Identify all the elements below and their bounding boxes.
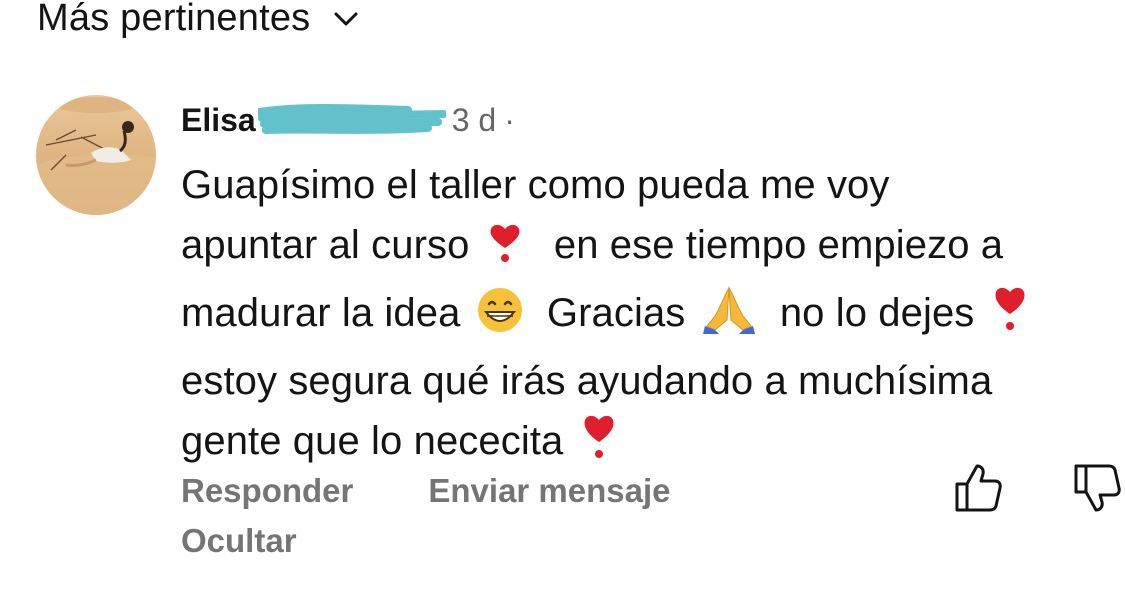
heart-exclamation-emoji bbox=[990, 284, 1030, 351]
sort-selector[interactable]: Más pertinentes bbox=[37, 0, 360, 44]
grinning-face-emoji bbox=[476, 286, 524, 351]
comment-line: apuntar al curso bbox=[181, 223, 470, 267]
comment-actions: Responder Enviar mensaje Ocultar bbox=[181, 468, 671, 564]
comment-line: estoy segura qué irás ayudando a muchísi… bbox=[181, 359, 993, 403]
timestamp: 3 d bbox=[451, 101, 497, 138]
heart-exclamation-emoji bbox=[485, 222, 525, 283]
thumbs-down-icon[interactable] bbox=[1072, 462, 1122, 514]
comment-line: Gracias bbox=[546, 291, 686, 335]
folded-hands-emoji bbox=[701, 284, 757, 351]
comment-text: Guapísimo el taller como pueda me voy ap… bbox=[181, 155, 1111, 479]
comment-meta: Elisa 3 d · bbox=[181, 95, 1111, 145]
author-name[interactable]: Elisa bbox=[181, 102, 256, 139]
comment: Elisa 3 d · Guapísimo el taller como pue… bbox=[181, 95, 1111, 479]
comment-line: madurar la idea bbox=[181, 291, 461, 335]
thumbs-up-icon[interactable] bbox=[953, 462, 1003, 514]
send-message-button[interactable]: Enviar mensaje bbox=[428, 472, 670, 510]
comment-line: gente que lo nececita bbox=[181, 419, 564, 463]
avatar[interactable] bbox=[36, 95, 156, 215]
sort-label: Más pertinentes bbox=[37, 0, 311, 39]
meta-separator: · bbox=[504, 101, 515, 138]
comment-line: no lo dejes bbox=[779, 291, 975, 335]
reply-button[interactable]: Responder bbox=[181, 472, 353, 510]
chevron-down-icon bbox=[332, 5, 360, 33]
hide-button[interactable]: Ocultar bbox=[181, 522, 297, 560]
comment-line: Guapísimo el taller como pueda me voy bbox=[181, 163, 890, 207]
redaction-scribble bbox=[255, 102, 448, 138]
comment-line: en ese tiempo empiezo a bbox=[553, 223, 1004, 267]
